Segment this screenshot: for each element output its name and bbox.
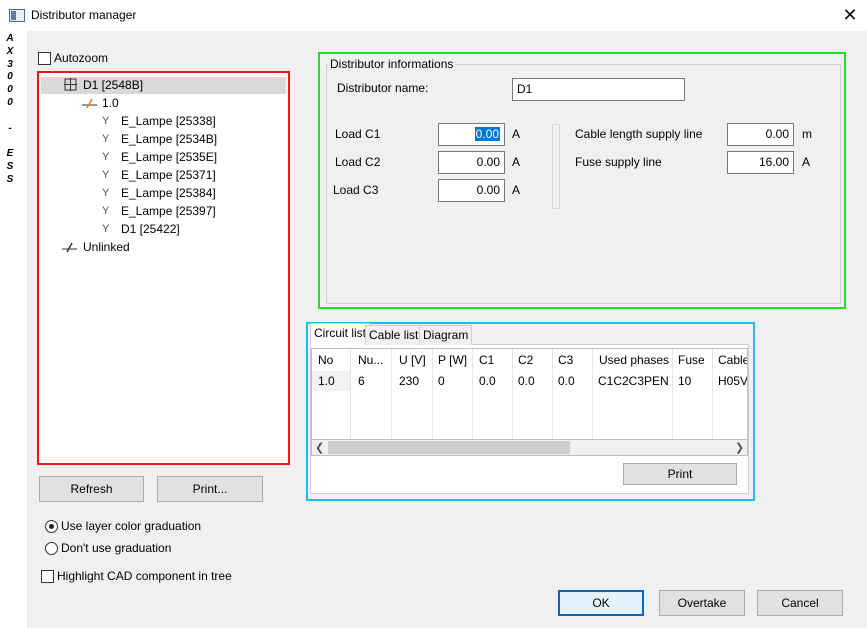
autozoom-label: Autozoom	[54, 51, 109, 65]
overtake-button[interactable]: Overtake	[659, 590, 745, 616]
table-header[interactable]: Nu...	[358, 350, 390, 370]
table-cell: 10	[678, 374, 692, 388]
lamp-icon: Y	[102, 205, 110, 217]
cable-length-label: Cable length supply line	[575, 127, 703, 141]
cable-length-unit: m	[802, 127, 812, 141]
fuse-supply-unit: A	[802, 155, 811, 169]
lamp-icon: Y	[102, 151, 110, 163]
table-header[interactable]: Cable	[718, 350, 747, 370]
tree-node-label: E_Lampe [2534B]	[121, 132, 218, 146]
load-c2-label: Load C2	[335, 155, 381, 169]
load-c2-input[interactable]: 0.00	[438, 151, 505, 174]
table-header[interactable]: P [W]	[438, 350, 470, 370]
table-cell: H05V-	[718, 374, 748, 388]
tree-selection-highlight	[41, 77, 286, 94]
table-cell: 6	[358, 374, 365, 388]
lamp-icon: Y	[102, 133, 110, 145]
close-icon[interactable]: ✕	[838, 4, 862, 26]
circuit-icon	[82, 94, 97, 115]
print-tree-button[interactable]: Print...	[157, 476, 263, 502]
load-c3-unit: A	[512, 183, 521, 197]
table-header[interactable]: C2	[518, 350, 550, 370]
distributor-icon	[64, 76, 77, 97]
distributor-info-title: Distributor informations	[328, 57, 456, 71]
load-c1-value: 0.00	[474, 127, 500, 141]
table-cell: 0.0	[479, 374, 496, 388]
side-label: A X 3 0 0 0 - E S S	[6, 33, 14, 185]
highlight-cad-label: Highlight CAD component in tree	[57, 569, 232, 583]
print-table-button[interactable]: Print	[623, 463, 737, 485]
table-header[interactable]: U [V]	[399, 350, 431, 370]
cable-length-input[interactable]: 0.00	[727, 123, 794, 146]
tab-cable-list[interactable]: Cable list	[365, 325, 423, 345]
cancel-button[interactable]: Cancel	[757, 590, 843, 616]
highlight-cad-checkbox[interactable]	[41, 570, 54, 583]
dont-use-graduation-radio[interactable]	[45, 542, 58, 555]
dont-use-graduation-label: Don't use graduation	[61, 541, 172, 555]
table-cell: 0.0	[558, 374, 575, 388]
circuit-table[interactable]: No Nu... U [V] P [W] C1 C2 C3 Used phase…	[311, 348, 748, 440]
distributor-name-input[interactable]: D1	[512, 78, 685, 101]
table-cell: 0	[438, 374, 445, 388]
tab-circuit-list[interactable]: Circuit list	[310, 323, 371, 345]
fuse-supply-input[interactable]: 16.00	[727, 151, 794, 174]
tab-diagram[interactable]: Diagram	[419, 325, 473, 345]
ok-button[interactable]: OK	[558, 590, 644, 616]
lamp-icon: Y	[102, 169, 110, 181]
tree-node-label: D1 [2548B]	[83, 78, 144, 92]
refresh-button[interactable]: Refresh	[39, 476, 144, 502]
tree-node-label: E_Lampe [2535E]	[121, 150, 218, 164]
autozoom-checkbox[interactable]	[38, 52, 51, 65]
load-c1-label: Load C1	[335, 127, 381, 141]
load-c3-input[interactable]: 0.00	[438, 179, 505, 202]
load-c1-input[interactable]: 0.00	[438, 123, 505, 146]
tree-node-label: E_Lampe [25371]	[121, 168, 216, 182]
table-header[interactable]: No	[318, 350, 350, 370]
tree-node-label: 1.0	[102, 96, 119, 110]
lamp-icon: Y	[102, 223, 110, 235]
table-header[interactable]: Used phases	[599, 350, 671, 370]
load-c3-label: Load C3	[333, 183, 379, 197]
table-cell: 230	[399, 374, 420, 388]
table-header[interactable]: C3	[558, 350, 590, 370]
table-cell: C1C2C3PEN	[598, 374, 669, 388]
table-cell: 1.0	[312, 371, 350, 391]
tree-node-label: Unlinked	[83, 240, 130, 254]
scroll-right-icon[interactable]: ❯	[735, 441, 744, 456]
load-c2-unit: A	[512, 155, 521, 169]
tree-node-label: E_Lampe [25384]	[121, 186, 216, 200]
scrollbar-thumb[interactable]	[328, 441, 570, 454]
app-icon	[9, 9, 25, 22]
info-separator	[552, 124, 560, 209]
fuse-supply-label: Fuse supply line	[575, 155, 662, 169]
tree-node-label: E_Lampe [25338]	[121, 114, 216, 128]
scroll-left-icon[interactable]: ❮	[315, 441, 324, 456]
lamp-icon: Y	[102, 115, 110, 127]
tree-node-label: D1 [25422]	[121, 222, 180, 236]
lamp-icon: Y	[102, 187, 110, 199]
distributor-name-label: Distributor name:	[337, 81, 429, 95]
load-c1-unit: A	[512, 127, 521, 141]
table-cell: 0.0	[518, 374, 535, 388]
window-title: Distributor manager	[31, 8, 137, 22]
use-layer-graduation-label: Use layer color graduation	[61, 519, 202, 533]
table-header[interactable]: Fuse	[678, 350, 710, 370]
circuit-icon	[62, 238, 77, 259]
table-header[interactable]: C1	[479, 350, 511, 370]
use-layer-graduation-radio[interactable]	[45, 520, 58, 533]
tree-node-label: E_Lampe [25397]	[121, 204, 216, 218]
